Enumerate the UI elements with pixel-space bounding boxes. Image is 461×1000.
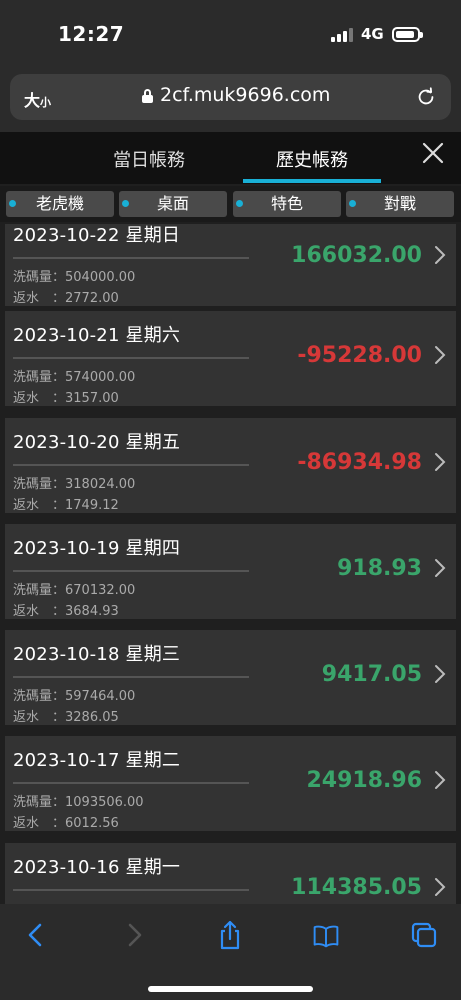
record-date: 2023-10-22 星期日 — [13, 225, 181, 246]
record-rebate: 返水 ：2772.00 — [13, 291, 119, 306]
tab-today[interactable]: 當日帳務 — [113, 146, 185, 172]
record-turnover: 洗碼量：597464.00 — [13, 689, 136, 704]
url-text[interactable]: 2cf.muk9696.com — [160, 84, 330, 106]
chevron-right-icon — [435, 346, 446, 364]
record-rebate: 返水 ：3157.00 — [13, 391, 119, 406]
record-amount: 166032.00 — [291, 243, 422, 268]
record-date: 2023-10-21 星期六 — [13, 325, 181, 346]
filter-dot-icon — [122, 200, 129, 207]
browser-toolbar — [0, 904, 461, 1000]
record-rebate: 返水 ：1749.12 — [13, 498, 119, 513]
network-type: 4G — [361, 25, 384, 43]
record-amount: 114385.05 — [291, 875, 422, 900]
history-record[interactable]: 2023-10-21 星期六 洗碼量：574000.00 返水 ：3157.00… — [5, 311, 456, 406]
divider — [13, 782, 249, 784]
chevron-right-icon — [435, 453, 446, 471]
record-turnover: 洗碼量：1093506.00 — [13, 795, 144, 810]
active-tab-indicator — [243, 179, 381, 183]
divider — [13, 570, 249, 572]
filter-versus[interactable]: 對戰 — [346, 191, 454, 217]
record-turnover: 洗碼量：318024.00 — [13, 477, 136, 492]
tab-history[interactable]: 歷史帳務 — [276, 146, 348, 172]
chevron-right-icon — [435, 878, 446, 896]
chevron-right-icon — [435, 246, 446, 264]
chevron-right-icon — [435, 771, 446, 789]
status-bar: 12:27 4G — [0, 0, 461, 62]
record-rebate: 返水 ：3286.05 — [13, 710, 119, 725]
filter-table[interactable]: 桌面 — [119, 191, 227, 217]
reload-icon[interactable] — [415, 86, 437, 108]
share-icon[interactable] — [216, 920, 244, 950]
record-date: 2023-10-17 星期二 — [13, 750, 181, 771]
filter-featured[interactable]: 特色 — [233, 191, 341, 217]
divider — [13, 357, 249, 359]
history-record[interactable]: 2023-10-18 星期三 洗碼量：597464.00 返水 ：3286.05… — [5, 630, 456, 725]
record-rebate: 返水 ：3684.93 — [13, 604, 119, 619]
chevron-right-icon — [435, 665, 446, 683]
record-amount: -86934.98 — [297, 450, 422, 475]
record-turnover: 洗碼量：670132.00 — [13, 583, 136, 598]
record-amount: 24918.96 — [306, 768, 422, 793]
filter-label: 對戰 — [383, 194, 416, 213]
record-amount: 918.93 — [337, 556, 422, 581]
history-list: 2023-10-22 星期日 洗碼量：504000.00 返水 ：2772.00… — [0, 224, 461, 904]
chevron-right-icon — [435, 559, 446, 577]
history-record[interactable]: 2023-10-20 星期五 洗碼量：318024.00 返水 ：1749.12… — [5, 418, 456, 513]
browser-address-area: 大小 2cf.muk9696.com — [0, 62, 461, 132]
divider — [13, 257, 249, 259]
filter-label: 老虎機 — [35, 194, 84, 213]
forward-icon[interactable] — [120, 920, 148, 950]
text-size-large-glyph: 大 — [24, 91, 41, 110]
divider — [13, 889, 249, 891]
lock-icon — [142, 89, 153, 103]
filter-dot-icon — [349, 200, 356, 207]
filter-label: 特色 — [270, 194, 303, 213]
home-indicator — [148, 986, 313, 992]
back-icon[interactable] — [22, 920, 50, 950]
record-turnover: 洗碼量：574000.00 — [13, 370, 136, 385]
record-amount: 9417.05 — [321, 662, 422, 687]
history-record[interactable]: 2023-10-17 星期二 洗碼量：1093506.00 返水 ：6012.5… — [5, 736, 456, 831]
divider — [13, 464, 249, 466]
filter-dot-icon — [236, 200, 243, 207]
history-record[interactable]: 2023-10-16 星期一 114385.05 — [5, 843, 456, 904]
filter-slots[interactable]: 老虎機 — [6, 191, 114, 217]
battery-icon — [392, 27, 423, 42]
record-date: 2023-10-20 星期五 — [13, 432, 181, 453]
filter-label: 桌面 — [156, 194, 189, 213]
record-rebate: 返水 ：6012.56 — [13, 816, 119, 831]
divider — [13, 676, 249, 678]
filter-dot-icon — [9, 200, 16, 207]
record-date: 2023-10-16 星期一 — [13, 857, 181, 878]
cellular-signal-icon — [331, 28, 353, 42]
text-size-button[interactable]: 大小 — [24, 87, 51, 111]
record-amount: -95228.00 — [297, 343, 422, 368]
account-tabs: 當日帳務 歷史帳務 — [0, 132, 461, 184]
record-turnover: 洗碼量：504000.00 — [13, 270, 136, 285]
bookmarks-icon[interactable] — [312, 920, 340, 950]
history-record[interactable]: 2023-10-19 星期四 洗碼量：670132.00 返水 ：3684.93… — [5, 524, 456, 619]
close-icon[interactable] — [420, 140, 446, 166]
text-size-small-glyph: 小 — [40, 96, 52, 109]
record-date: 2023-10-19 星期四 — [13, 538, 181, 559]
record-date: 2023-10-18 星期三 — [13, 644, 181, 665]
status-time: 12:27 — [58, 22, 125, 46]
tabs-icon[interactable] — [410, 920, 438, 950]
history-record[interactable]: 2023-10-22 星期日 洗碼量：504000.00 返水 ：2772.00… — [5, 224, 456, 306]
game-type-filters: 老虎機 桌面 特色 對戰 — [0, 186, 461, 222]
address-bar[interactable]: 大小 2cf.muk9696.com — [10, 74, 451, 120]
